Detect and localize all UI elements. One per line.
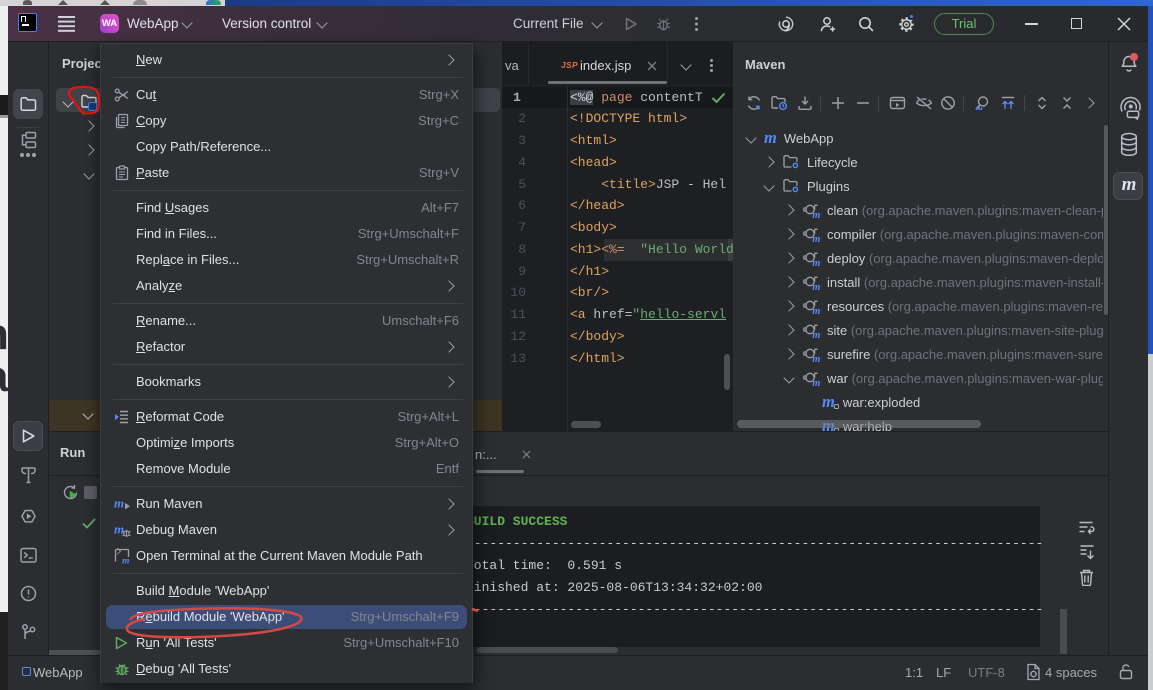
- svg-text:m: m: [812, 330, 820, 339]
- svg-text:m: m: [812, 210, 820, 219]
- svg-text:m: m: [114, 496, 124, 511]
- svg-text:m: m: [812, 282, 820, 291]
- svg-text:m: m: [812, 354, 820, 363]
- svg-text:m: m: [812, 378, 820, 387]
- svg-text:m: m: [812, 306, 820, 315]
- svg-text:m: m: [812, 234, 820, 243]
- svg-text:m: m: [114, 522, 124, 537]
- svg-text:m: m: [812, 258, 820, 267]
- svg-text:m: m: [122, 557, 129, 565]
